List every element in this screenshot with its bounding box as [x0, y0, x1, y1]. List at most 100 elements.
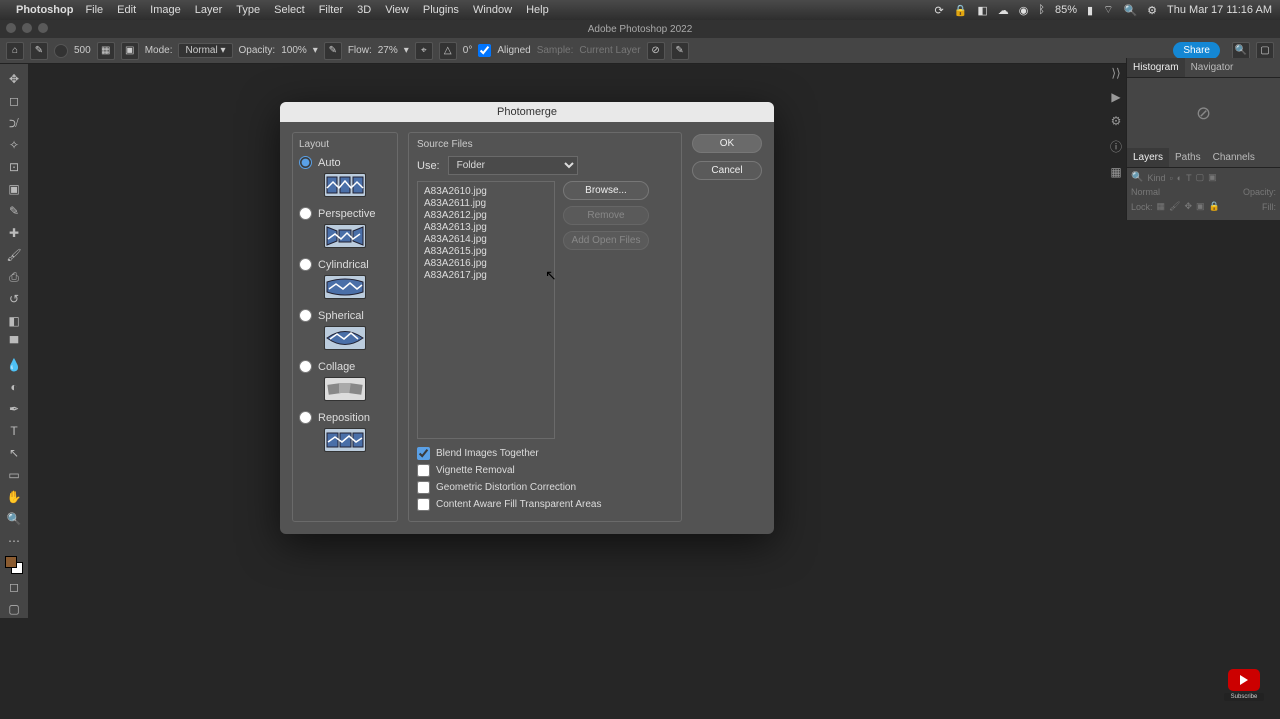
path-tool-icon[interactable]: ↖ — [4, 444, 24, 462]
opacity-value[interactable]: 100% — [281, 45, 307, 56]
file-list[interactable]: A83A2610.jpg A83A2611.jpg A83A2612.jpg A… — [417, 181, 555, 439]
heal-tool-icon[interactable]: ✚ — [4, 224, 24, 242]
list-item[interactable]: A83A2613.jpg — [424, 222, 548, 233]
layout-perspective[interactable]: Perspective — [299, 207, 391, 220]
history-brush-tool-icon[interactable]: ↺ — [4, 290, 24, 308]
frame-tool-icon[interactable]: ▣ — [4, 180, 24, 198]
brush-tool-icon[interactable]: 🖌 — [4, 246, 24, 264]
marquee-tool-icon[interactable]: ◻ — [4, 92, 24, 110]
bluetooth-icon[interactable]: ᛒ — [1038, 4, 1045, 16]
siri-icon[interactable]: ◉ — [1019, 4, 1029, 17]
filter-kind-icon[interactable]: 🔍 — [1131, 172, 1143, 183]
tab-paths[interactable]: Paths — [1169, 148, 1207, 167]
battery-percent[interactable]: 85% — [1055, 4, 1077, 16]
spotlight-icon[interactable]: 🔍 — [1123, 4, 1137, 17]
menu-3d[interactable]: 3D — [357, 4, 371, 16]
list-item[interactable]: A83A2611.jpg — [424, 198, 548, 209]
brush-size[interactable]: 500 — [74, 45, 91, 56]
search-icon[interactable]: 🔍 — [1232, 42, 1250, 60]
gradient-tool-icon[interactable]: ▀ — [4, 334, 24, 352]
move-tool-icon[interactable]: ✥ — [4, 70, 24, 88]
browse-button[interactable]: Browse... — [563, 181, 649, 200]
geometric-checkbox[interactable]: Geometric Distortion Correction — [417, 481, 673, 494]
info-icon[interactable]: ⓘ — [1110, 138, 1122, 155]
menu-select[interactable]: Select — [274, 4, 305, 16]
zoom-tool-icon[interactable]: 🔍 — [4, 510, 24, 528]
battery-icon[interactable]: ▮ — [1087, 4, 1093, 17]
layout-reposition[interactable]: Reposition — [299, 411, 391, 424]
menu-window[interactable]: Window — [473, 4, 512, 16]
share-button[interactable]: Share — [1173, 42, 1220, 59]
clone-source-icon[interactable]: ▣ — [121, 42, 139, 60]
dodge-tool-icon[interactable]: ◐ — [4, 378, 24, 396]
menu-filter[interactable]: Filter — [319, 4, 343, 16]
fg-bg-swatch[interactable] — [5, 556, 23, 574]
lock-icon[interactable]: 🔒 — [954, 4, 968, 17]
traffic-lights[interactable] — [6, 23, 48, 33]
list-item[interactable]: A83A2615.jpg — [424, 246, 548, 257]
menu-edit[interactable]: Edit — [117, 4, 136, 16]
cc-icon[interactable]: ☁ — [998, 4, 1009, 17]
list-item[interactable]: A83A2612.jpg — [424, 210, 548, 221]
tool-preset-icon[interactable]: ✎ — [30, 42, 48, 60]
brush-preview-icon[interactable] — [54, 44, 68, 58]
menu-layer[interactable]: Layer — [195, 4, 223, 16]
lock-trans-icon[interactable]: ▦ — [1157, 201, 1166, 212]
mode-select[interactable]: Normal ▾ — [178, 43, 232, 58]
menu-plugins[interactable]: Plugins — [423, 4, 459, 16]
use-select[interactable]: Folder — [448, 156, 578, 175]
stamp-tool-icon[interactable]: ⎙ — [4, 268, 24, 286]
home-icon[interactable]: ⌂ — [6, 42, 24, 60]
status-icon[interactable]: ⟳ — [934, 4, 943, 17]
app-name[interactable]: Photoshop — [16, 4, 73, 16]
eyedropper-tool-icon[interactable]: ✎ — [4, 202, 24, 220]
lock-pixel-icon[interactable]: 🖌 — [1169, 201, 1180, 212]
tab-navigator[interactable]: Navigator — [1185, 58, 1240, 77]
aligned-checkbox[interactable] — [478, 44, 491, 57]
lock-art-icon[interactable]: ▣ — [1196, 201, 1205, 212]
workspace-icon[interactable]: ▢ — [1256, 42, 1274, 60]
menu-view[interactable]: View — [385, 4, 409, 16]
pressure-opacity-icon[interactable]: ✎ — [324, 42, 342, 60]
collapse-icon[interactable]: ⟩⟩ — [1111, 66, 1120, 80]
tab-layers[interactable]: Layers — [1127, 148, 1169, 167]
blur-tool-icon[interactable]: 💧 — [4, 356, 24, 374]
shape-tool-icon[interactable]: ▭ — [4, 466, 24, 484]
type-tool-icon[interactable]: T — [4, 422, 24, 440]
screenmode-icon[interactable]: ▢ — [4, 600, 24, 618]
wand-tool-icon[interactable]: ✧ — [4, 136, 24, 154]
menu-help[interactable]: Help — [526, 4, 549, 16]
tab-histogram[interactable]: Histogram — [1127, 58, 1185, 77]
angle-value[interactable]: 0° — [463, 45, 473, 56]
airbrush-icon[interactable]: ⌖ — [415, 42, 433, 60]
list-item[interactable]: A83A2610.jpg — [424, 186, 548, 197]
layout-spherical[interactable]: Spherical — [299, 309, 391, 322]
hand-tool-icon[interactable]: ✋ — [4, 488, 24, 506]
lock-pos-icon[interactable]: ✥ — [1184, 201, 1192, 212]
angle-icon[interactable]: △ — [439, 42, 457, 60]
eraser-tool-icon[interactable]: ◧ — [4, 312, 24, 330]
menu-image[interactable]: Image — [150, 4, 181, 16]
play-icon[interactable]: ▶ — [1111, 90, 1120, 104]
pen-tool-icon[interactable]: ✒ — [4, 400, 24, 418]
lock-all-icon[interactable]: 🔒 — [1209, 201, 1220, 212]
ignore-adj-icon[interactable]: ⊘ — [647, 42, 665, 60]
layout-collage[interactable]: Collage — [299, 360, 391, 373]
filter-pixel-icon[interactable]: ▫ — [1169, 173, 1172, 183]
filter-type-icon[interactable]: T — [1186, 173, 1192, 183]
layout-cylindrical[interactable]: Cylindrical — [299, 258, 391, 271]
cancel-button[interactable]: Cancel — [692, 161, 762, 180]
adjust-icon[interactable]: ⚙ — [1111, 114, 1122, 128]
brush-panel-icon[interactable]: ▦ — [97, 42, 115, 60]
wifi-icon[interactable]: ⌔ — [1103, 3, 1113, 17]
pressure-size-icon[interactable]: ✎ — [671, 42, 689, 60]
youtube-badge[interactable]: Subscribe — [1224, 669, 1264, 701]
sample-value[interactable]: Current Layer — [579, 45, 640, 56]
ok-button[interactable]: OK — [692, 134, 762, 153]
layout-auto[interactable]: Auto — [299, 156, 391, 169]
lasso-tool-icon[interactable]: ⟉ — [4, 114, 24, 132]
vignette-checkbox[interactable]: Vignette Removal — [417, 464, 673, 477]
filter-adj-icon[interactable]: ◐ — [1177, 173, 1182, 183]
filter-smart-icon[interactable]: ▣ — [1208, 172, 1217, 183]
menu-file[interactable]: File — [85, 4, 103, 16]
